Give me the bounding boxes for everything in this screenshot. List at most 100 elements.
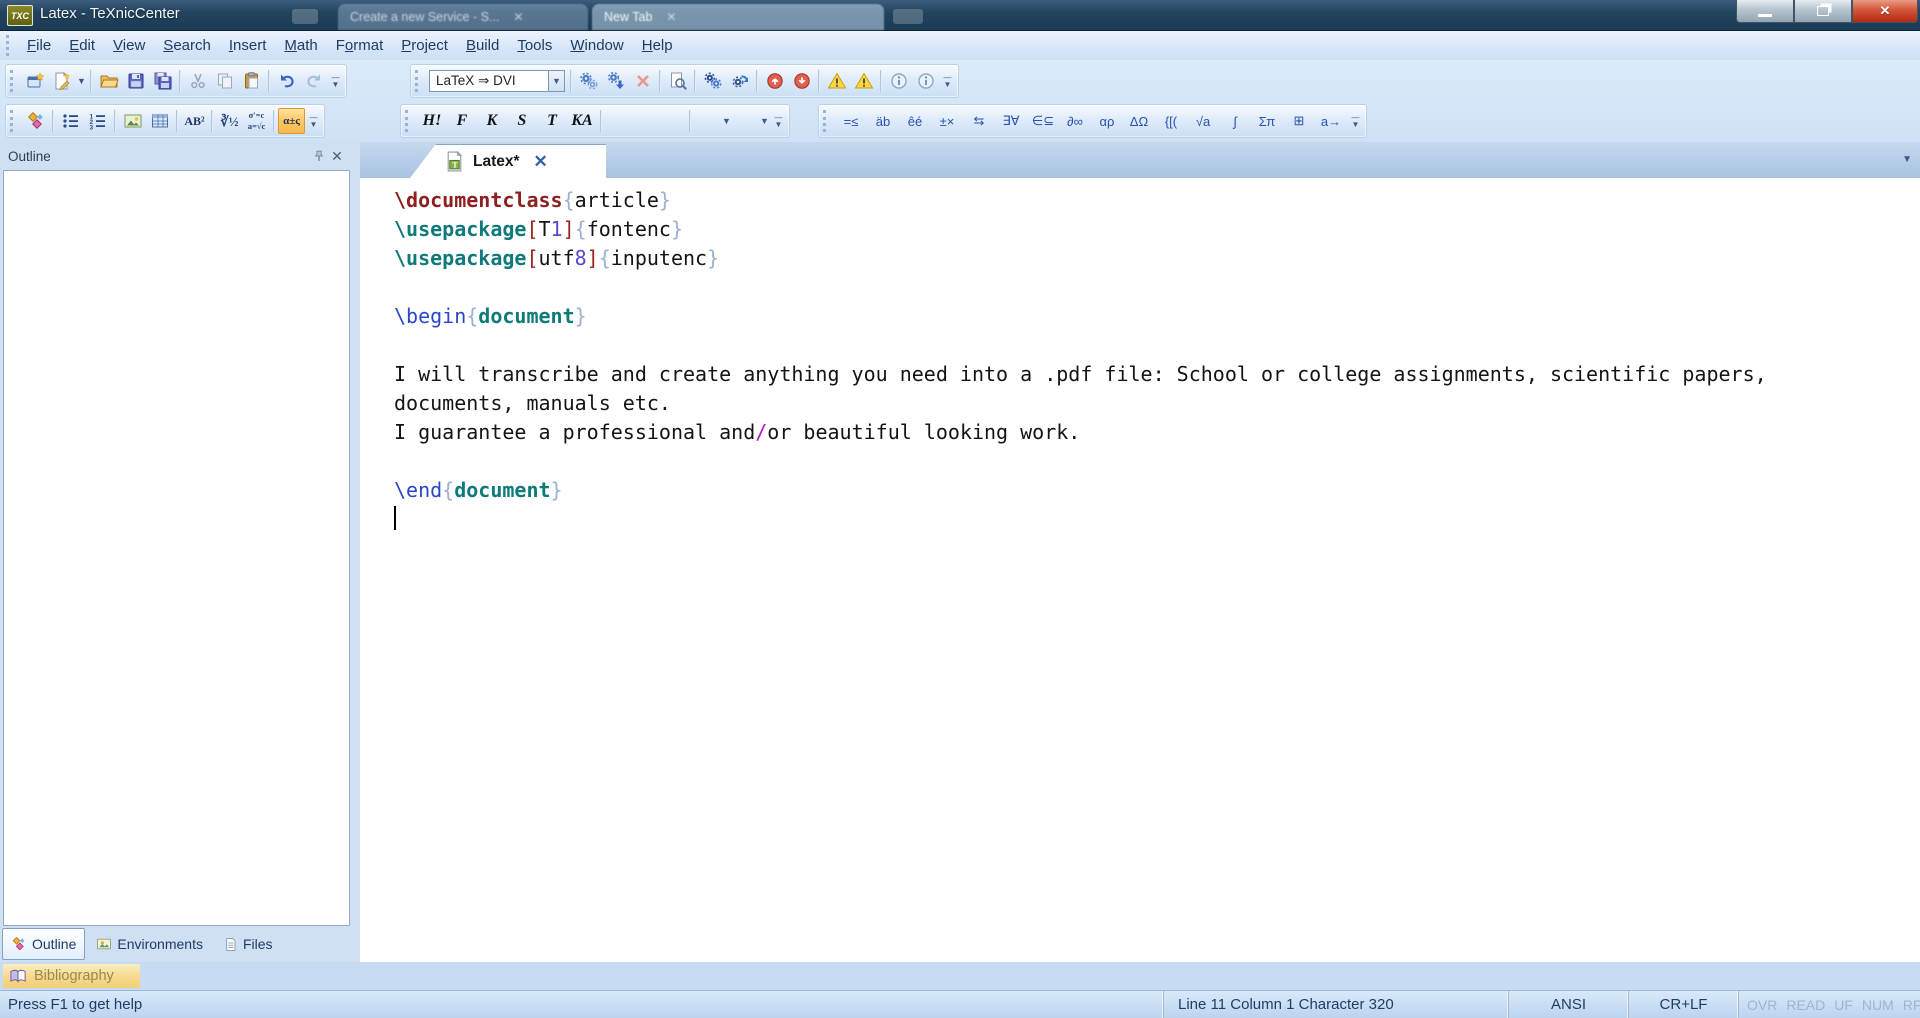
- toolbar-separator: [659, 70, 661, 92]
- status-indicator-uf: UF: [1834, 997, 1853, 1013]
- itemize-icon[interactable]: [57, 108, 84, 134]
- menu-item-search[interactable]: Search: [154, 34, 220, 57]
- fraction-icon[interactable]: ∛½: [216, 108, 243, 134]
- chevron-down-icon[interactable]: ▼: [548, 70, 565, 92]
- next-info-icon[interactable]: [912, 68, 939, 94]
- close-icon[interactable]: ✕: [328, 147, 346, 165]
- align-center-icon[interactable]: [632, 108, 659, 134]
- redo-icon[interactable]: [300, 68, 327, 94]
- format-button-s[interactable]: S: [507, 108, 537, 134]
- menu-item-format[interactable]: Format: [327, 34, 393, 57]
- font-color-icon[interactable]: [732, 108, 759, 134]
- math-palette-button-12[interactable]: ∫: [1219, 108, 1251, 134]
- math-palette-button-0[interactable]: =≤: [835, 108, 867, 134]
- view-output-icon[interactable]: [664, 68, 691, 94]
- format-button-f[interactable]: F: [447, 108, 477, 134]
- toolbar-separator: [176, 110, 178, 132]
- math-palette-button-14[interactable]: ⊞: [1283, 108, 1315, 134]
- prev-error-icon[interactable]: [761, 68, 788, 94]
- next-warning-icon[interactable]: [850, 68, 877, 94]
- math-palette-button-8[interactable]: αρ: [1091, 108, 1123, 134]
- output-profile-combo[interactable]: LaTeX ⇒ DVI ▼: [429, 70, 565, 92]
- math-palette-button-3[interactable]: ±×: [931, 108, 963, 134]
- save-icon[interactable]: [122, 68, 149, 94]
- restore-button[interactable]: [1794, 0, 1852, 23]
- toolbar-overflow-button[interactable]: —▼: [772, 108, 785, 134]
- math-palette-button-10[interactable]: {[(: [1155, 108, 1187, 134]
- outline-panel: Outline ✕ Outline Environments Files: [0, 142, 354, 962]
- tab-files[interactable]: Files: [214, 928, 282, 960]
- tab-environments[interactable]: Environments: [87, 928, 212, 960]
- document-tab[interactable]: T Latex* ✕: [410, 144, 606, 178]
- paste-icon[interactable]: [238, 68, 265, 94]
- menu-item-build[interactable]: Build: [457, 34, 508, 57]
- code-line: I guarantee a professional and/or beauti…: [394, 418, 1920, 447]
- math-palette-button-11[interactable]: √a: [1187, 108, 1219, 134]
- align-right-icon[interactable]: [659, 108, 686, 134]
- chevron-down-icon[interactable]: ▼: [759, 108, 770, 134]
- insert-image-icon[interactable]: [119, 108, 146, 134]
- insert-table-icon[interactable]: [146, 108, 173, 134]
- menu-item-edit[interactable]: Edit: [60, 34, 104, 57]
- math-palette-button-2[interactable]: êé: [899, 108, 931, 134]
- format-button-ka[interactable]: KA: [567, 108, 597, 134]
- math-palette-button-6[interactable]: ∈⊆: [1027, 108, 1059, 134]
- pin-icon[interactable]: [310, 147, 328, 165]
- format-button-k[interactable]: K: [477, 108, 507, 134]
- menu-item-window[interactable]: Window: [561, 34, 632, 57]
- open-icon[interactable]: [95, 68, 122, 94]
- code-editor[interactable]: \documentclass{article}\usepackage[T1]{f…: [360, 178, 1920, 962]
- math-palette-button-13[interactable]: Σπ: [1251, 108, 1283, 134]
- math-palette-button-9[interactable]: ΔΩ: [1123, 108, 1155, 134]
- superscript-icon[interactable]: AB²: [181, 108, 208, 134]
- menu-item-help[interactable]: Help: [633, 34, 682, 57]
- math-palette-button-4[interactable]: ⇆: [963, 108, 995, 134]
- tab-bibliography[interactable]: Bibliography: [3, 964, 140, 988]
- rebuild-icon[interactable]: [726, 68, 753, 94]
- format-button-h[interactable]: H!: [417, 108, 447, 134]
- highlight-color-icon[interactable]: [694, 108, 721, 134]
- build-icon[interactable]: [575, 68, 602, 94]
- toolbar-overflow-button[interactable]: —▼: [329, 68, 342, 94]
- outline-tree[interactable]: [3, 170, 350, 926]
- math-palette-button-7[interactable]: ∂∞: [1059, 108, 1091, 134]
- stop-build-icon[interactable]: [629, 68, 656, 94]
- menu-item-tools[interactable]: Tools: [508, 34, 561, 57]
- prev-info-icon[interactable]: [885, 68, 912, 94]
- align-left-icon[interactable]: [605, 108, 632, 134]
- next-error-icon[interactable]: [788, 68, 815, 94]
- close-button[interactable]: ✕: [1852, 0, 1918, 23]
- cut-icon[interactable]: [184, 68, 211, 94]
- equation-icon[interactable]: σ′=ca=√c: [243, 108, 270, 134]
- minimize-button[interactable]: [1736, 0, 1794, 23]
- chevron-down-icon[interactable]: ▼: [721, 108, 732, 134]
- copy-icon[interactable]: [211, 68, 238, 94]
- enumerate-icon[interactable]: 123: [84, 108, 111, 134]
- build-all-icon[interactable]: [699, 68, 726, 94]
- format-button-t[interactable]: T: [537, 108, 567, 134]
- math-toolbar-toggle[interactable]: α±ς: [278, 108, 305, 134]
- new-document-icon[interactable]: [49, 68, 76, 94]
- new-project-icon[interactable]: [22, 68, 49, 94]
- toolbar-overflow-button[interactable]: —▼: [1349, 108, 1362, 134]
- menu-item-view[interactable]: View: [104, 34, 154, 57]
- menu-item-insert[interactable]: Insert: [220, 34, 276, 57]
- tab-close-icon[interactable]: ✕: [534, 153, 548, 170]
- insert-label-icon[interactable]: [22, 108, 49, 134]
- menu-item-math[interactable]: Math: [275, 34, 326, 57]
- toolbar-overflow-button[interactable]: —▼: [941, 68, 954, 94]
- dropdown-arrow-icon[interactable]: ▼: [76, 68, 87, 94]
- save-all-icon[interactable]: [149, 68, 176, 94]
- toolbar-overflow-button[interactable]: —▼: [307, 108, 320, 134]
- prev-warning-icon[interactable]: [823, 68, 850, 94]
- tab-outline[interactable]: Outline: [2, 928, 85, 960]
- menu-item-file[interactable]: File: [18, 34, 60, 57]
- undo-icon[interactable]: [273, 68, 300, 94]
- build-output-icon[interactable]: [602, 68, 629, 94]
- output-profile-value[interactable]: LaTeX ⇒ DVI: [429, 70, 548, 92]
- math-palette-button-15[interactable]: a→: [1315, 108, 1347, 134]
- math-palette-button-1[interactable]: äb: [867, 108, 899, 134]
- math-palette-button-5[interactable]: ∃∀: [995, 108, 1027, 134]
- tab-list-dropdown-icon[interactable]: ▼: [1902, 154, 1912, 165]
- menu-item-project[interactable]: Project: [392, 34, 457, 57]
